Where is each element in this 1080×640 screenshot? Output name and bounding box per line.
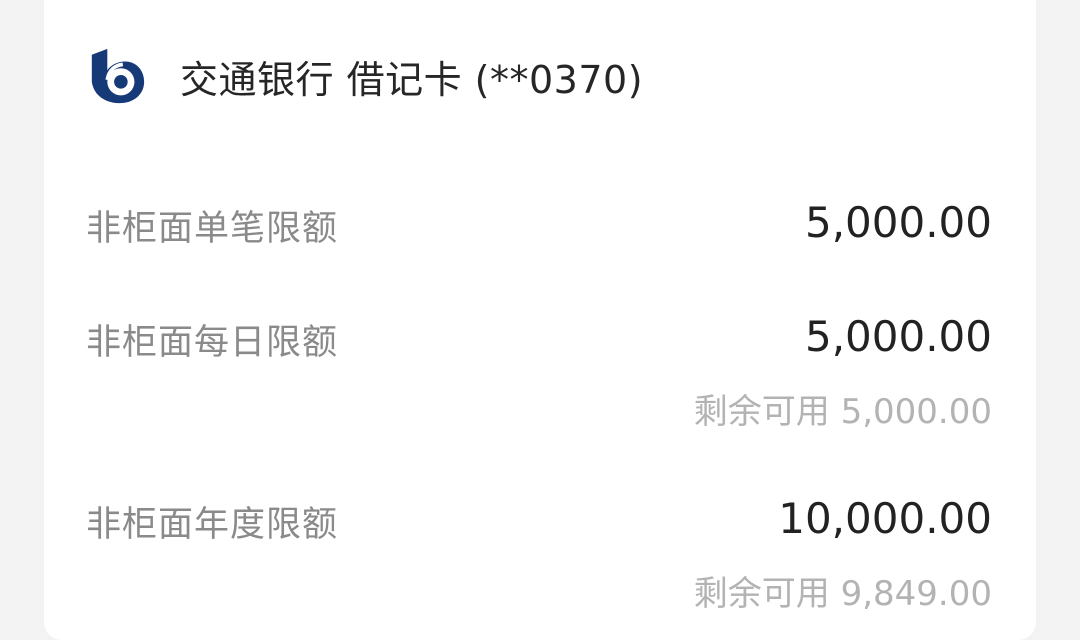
limit-label: 非柜面年度限额 [86, 505, 339, 545]
limit-label: 非柜面每日限额 [86, 323, 339, 363]
bank-card-title: 交通银行 借记卡 (**0370) [180, 57, 644, 102]
limit-amount: 5,000.00 [804, 198, 992, 247]
limit-amount: 10,000.00 [778, 494, 992, 543]
bocom-logo-icon [91, 48, 145, 104]
limit-label: 非柜面单笔限额 [86, 209, 339, 249]
limit-remaining: 剩余可用 9,849.00 [693, 574, 992, 614]
bank-card-header: 交通银行 借记卡 (**0370) [86, 40, 643, 112]
limit-amount: 5,000.00 [804, 312, 992, 361]
limit-remaining: 剩余可用 5,000.00 [693, 392, 992, 432]
